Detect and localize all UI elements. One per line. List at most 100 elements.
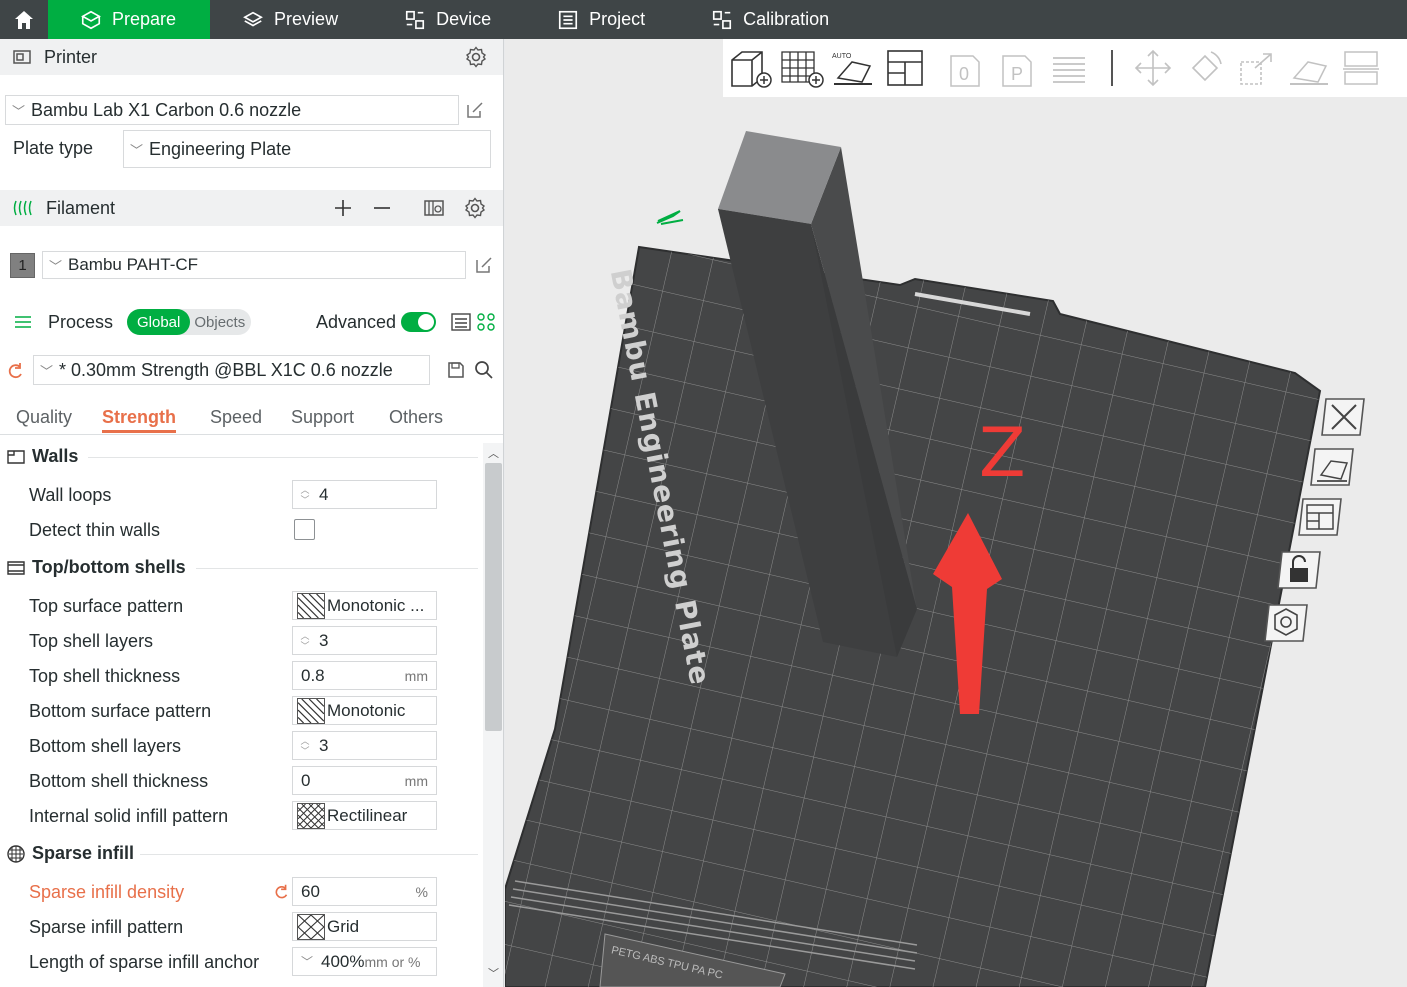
plate-lock-button[interactable]: [1276, 548, 1324, 597]
filament-color-swatch[interactable]: 1: [10, 253, 35, 278]
layers-button[interactable]: [1043, 46, 1095, 90]
plate-close-button[interactable]: [1320, 395, 1368, 444]
filament-settings-button[interactable]: [463, 196, 487, 225]
bottom-surface-pattern-select[interactable]: Monotonic: [292, 696, 437, 725]
arrange-button[interactable]: [879, 46, 931, 90]
plate-zero-button[interactable]: 0: [939, 46, 991, 90]
bottom-shell-layers-stepper[interactable]: ︿ ﹀ 3: [292, 731, 437, 760]
tab-calibration[interactable]: Calibration: [679, 0, 863, 39]
lay-on-face-button[interactable]: [1283, 46, 1335, 90]
tab-prepare[interactable]: Prepare: [48, 0, 211, 39]
scale-button[interactable]: [1231, 46, 1283, 90]
plate-settings-button[interactable]: [1263, 601, 1311, 650]
mode-global[interactable]: Global: [127, 309, 191, 335]
scroll-down-icon[interactable]: ﹀: [488, 965, 499, 981]
sparse-infill-density-input[interactable]: 60 %: [292, 877, 437, 906]
tab-device[interactable]: Device: [372, 0, 525, 39]
scroll-up-icon[interactable]: ︿: [488, 445, 499, 461]
process-preset-select[interactable]: ﹀ * 0.30mm Strength @BBL X1C 0.6 nozzle: [33, 355, 430, 385]
subtab-others[interactable]: Others: [389, 407, 443, 428]
plate-type-select[interactable]: ﹀ Engineering Plate: [123, 130, 491, 168]
plate-auto-orient-button[interactable]: [1309, 445, 1357, 494]
edit-icon: [476, 257, 492, 273]
top-shell-thickness-value: 0.8: [301, 665, 325, 685]
edit-printer-button[interactable]: [463, 98, 487, 122]
top-shell-thickness-input[interactable]: 0.8 mm: [292, 661, 437, 690]
save-preset-button[interactable]: [444, 358, 468, 382]
stepper-arrows-icon[interactable]: ︿ ﹀: [295, 631, 315, 651]
edit-filament-button[interactable]: [472, 253, 496, 277]
3d-viewport[interactable]: Bambu Engineering Plate PETG ABS TPU PA …: [505, 39, 1407, 987]
subtab-support[interactable]: Support: [291, 407, 354, 428]
scrollbar-thumb[interactable]: [485, 463, 502, 731]
plate-p-button[interactable]: P: [991, 46, 1043, 90]
chevron-down-icon: ﹀: [12, 103, 26, 119]
unit-label: mm or %: [364, 953, 421, 970]
top-shell-layers-value: 3: [319, 630, 329, 650]
infill-anchor-label: Length of sparse infill anchor: [29, 952, 260, 972]
walls-icon: [7, 449, 25, 464]
layers-icon: [243, 11, 263, 26]
top-shell-layers-label: Top shell layers: [29, 631, 154, 651]
tab-label: Project: [589, 9, 646, 29]
settings-tree-button[interactable]: [474, 310, 498, 334]
plate-arrange-button[interactable]: [1297, 495, 1345, 544]
svg-text:AUTO: AUTO: [832, 53, 852, 60]
printer-section-title: Printer: [44, 46, 98, 67]
reset-density-button[interactable]: [270, 880, 294, 904]
filament-section-header: Filament: [0, 190, 503, 226]
ams-sync-icon: [424, 200, 444, 216]
infill-anchor-select[interactable]: ﹀ 400% mm or %: [292, 947, 437, 976]
auto-orient-button[interactable]: AUTO: [827, 46, 879, 90]
add-object-button[interactable]: [723, 46, 775, 90]
cube-icon: [81, 10, 101, 29]
shells-icon: [7, 560, 25, 575]
undo-icon: [275, 884, 288, 899]
search-settings-button[interactable]: [472, 358, 496, 382]
bottom-shell-thickness-input[interactable]: 0 mm: [292, 766, 437, 795]
cut-button[interactable]: [1335, 46, 1387, 90]
save-icon: [448, 362, 464, 378]
process-icon: [15, 316, 31, 328]
advanced-toggle[interactable]: [401, 312, 436, 332]
stepper-arrows-icon[interactable]: ︿ ﹀: [295, 736, 315, 756]
remove-filament-button[interactable]: [372, 196, 392, 225]
sparse-infill-density-value: 60: [301, 881, 320, 901]
tab-project[interactable]: Project: [525, 0, 679, 39]
shells-group-title: Top/bottom shells: [6, 557, 186, 578]
top-shell-layers-stepper[interactable]: ︿ ﹀ 3: [292, 626, 437, 655]
sparse-infill-pattern-select[interactable]: Grid: [292, 912, 437, 941]
add-plate-button[interactable]: [775, 46, 827, 90]
detect-thin-walls-label: Detect thin walls: [29, 520, 161, 540]
gear-icon: [465, 46, 487, 68]
chevron-down-icon: ﹀: [301, 955, 314, 969]
compare-button[interactable]: [449, 310, 473, 334]
top-nav-bar: Prepare Preview Device Project Calibrati…: [0, 0, 1407, 39]
stepper-arrows-icon[interactable]: ︿ ﹀: [295, 485, 315, 505]
global-objects-switch[interactable]: Global Objects: [127, 309, 251, 335]
add-filament-button[interactable]: [333, 196, 353, 225]
wall-loops-stepper[interactable]: ︿ ﹀ 4: [292, 480, 437, 509]
settings-scrollbar[interactable]: ︿ ﹀: [483, 443, 503, 987]
chevron-down-icon: ﹀: [130, 142, 144, 158]
subtab-speed[interactable]: Speed: [210, 407, 262, 428]
filament-select[interactable]: ﹀ Bambu PAHT-CF: [42, 251, 466, 279]
printer-settings-button[interactable]: [464, 45, 488, 74]
mode-objects[interactable]: Objects: [190, 314, 245, 331]
plate-edit-handle-icon[interactable]: [656, 210, 684, 225]
subtab-strength[interactable]: Strength: [102, 407, 176, 433]
internal-solid-infill-pattern-select[interactable]: Rectilinear: [292, 801, 437, 830]
top-surface-pattern-select[interactable]: Monotonic ...: [292, 591, 437, 620]
detect-thin-walls-checkbox[interactable]: [294, 519, 315, 540]
home-button[interactable]: [0, 0, 48, 39]
rotate-button[interactable]: [1179, 46, 1231, 90]
sparse-infill-density-label: Sparse infill density: [29, 882, 185, 902]
reset-preset-button[interactable]: [4, 359, 28, 383]
printer-select[interactable]: ﹀ Bambu Lab X1 Carbon 0.6 nozzle: [5, 95, 459, 125]
tab-preview[interactable]: Preview: [210, 0, 372, 39]
internal-solid-infill-pattern-label: Internal solid infill pattern: [29, 806, 229, 826]
divider: [196, 568, 478, 569]
subtab-quality[interactable]: Quality: [16, 407, 72, 428]
move-button[interactable]: [1127, 46, 1179, 90]
sync-filament-button[interactable]: [422, 196, 446, 225]
